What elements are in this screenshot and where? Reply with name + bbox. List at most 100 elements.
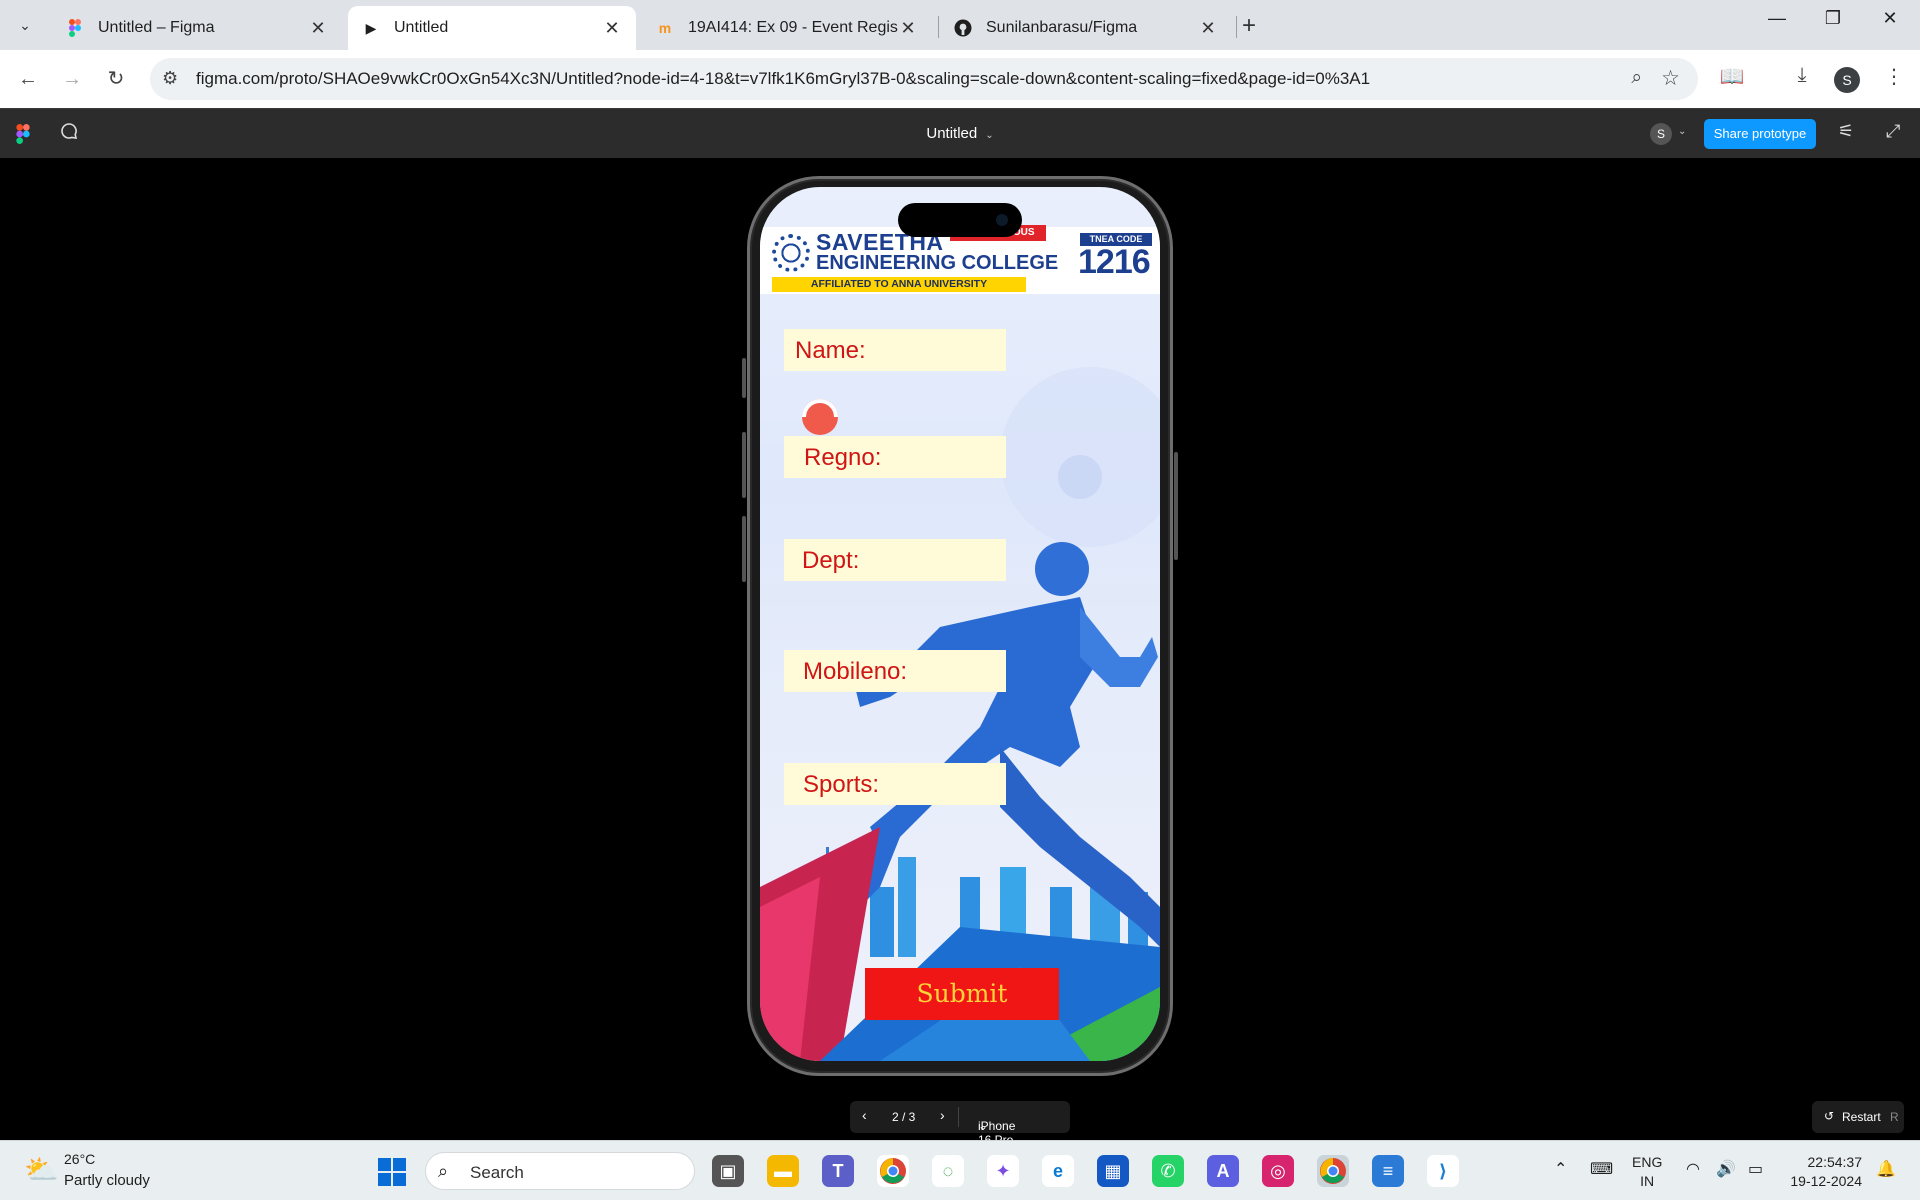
- figma-icon: [66, 19, 84, 37]
- volume-icon[interactable]: 🔊: [1716, 1159, 1736, 1179]
- tab-title: Sunilanbarasu/Figma: [986, 19, 1138, 36]
- phone-side-button: [742, 516, 746, 582]
- restart-label: Restart: [1842, 1110, 1881, 1124]
- share-prototype-button[interactable]: Share prototype: [1704, 119, 1816, 149]
- weather-description[interactable]: Partly cloudy: [64, 1172, 150, 1189]
- tnea-code: 1216: [1078, 243, 1151, 281]
- refresh-app-icon[interactable]: ◌: [932, 1155, 964, 1187]
- system-clock[interactable]: 22:54:37 19-12-2024: [1782, 1153, 1862, 1191]
- lang-line1: ENG: [1632, 1154, 1663, 1170]
- keyboard-icon[interactable]: ⌨: [1590, 1159, 1613, 1179]
- task-view-icon[interactable]: ▣: [712, 1155, 744, 1187]
- taskbar-search[interactable]: ⌕ Search: [425, 1152, 695, 1190]
- close-window-button[interactable]: ✕: [1870, 8, 1910, 29]
- show-hidden-icons[interactable]: ⌃: [1554, 1159, 1567, 1179]
- tab-divider: [1236, 16, 1237, 38]
- close-icon[interactable]: ✕: [308, 18, 328, 39]
- wifi-icon[interactable]: ◠: [1686, 1159, 1700, 1179]
- dept-field[interactable]: Dept:: [784, 539, 1006, 581]
- next-frame-button[interactable]: ›: [940, 1107, 945, 1123]
- restore-button[interactable]: ❐: [1813, 8, 1853, 29]
- notification-bell-icon[interactable]: 🔔: [1876, 1159, 1896, 1179]
- affiliation-strip: AFFILIATED TO ANNA UNIVERSITY: [772, 277, 1026, 292]
- clock-date: 19-12-2024: [1790, 1173, 1862, 1189]
- phone-side-button: [742, 358, 746, 398]
- browser-toolbar: ← → ↻ ⚙ figma.com/proto/SHAOe9vwkCr0OxGn…: [0, 50, 1920, 108]
- tab-title: Untitled – Figma: [98, 19, 215, 36]
- site-info-icon[interactable]: ⚙: [162, 68, 178, 89]
- runner-artwork: [760, 367, 1160, 1061]
- chrome-active-icon[interactable]: [1317, 1155, 1349, 1187]
- user-avatar[interactable]: S: [1650, 123, 1672, 145]
- tab-strip: ⌄ Untitled – Figma ✕ ▶ Untitled ✕ m 19AI…: [0, 0, 1920, 50]
- store-icon[interactable]: ▦: [1097, 1155, 1129, 1187]
- back-button[interactable]: ←: [12, 64, 44, 94]
- reload-button[interactable]: ↻: [100, 64, 132, 94]
- edge-icon[interactable]: e: [1042, 1155, 1074, 1187]
- new-tab-button[interactable]: +: [1242, 12, 1256, 40]
- copilot-icon[interactable]: ✦: [987, 1155, 1019, 1187]
- chrome-icon[interactable]: [877, 1155, 909, 1187]
- language-indicator[interactable]: ENG IN: [1632, 1153, 1662, 1191]
- tab-search-button[interactable]: ⌄: [8, 10, 42, 40]
- sports-field[interactable]: Sports:: [784, 763, 1006, 805]
- weather-temperature[interactable]: 26°C: [64, 1151, 95, 1167]
- restart-button[interactable]: ↺ Restart R: [1812, 1101, 1904, 1133]
- fullscreen-icon[interactable]: ⤢: [1886, 121, 1900, 142]
- file-explorer-icon[interactable]: ▬: [767, 1155, 799, 1187]
- college-name-line2: ENGINEERING COLLEGE: [816, 252, 1059, 274]
- zoom-icon[interactable]: ⌕: [1631, 67, 1642, 89]
- figma-prototype-bar: Untitled ⌄ S ⌄ Share prototype ⚟ ⤢: [0, 108, 1920, 158]
- mobileno-field[interactable]: Mobileno:: [784, 650, 1006, 692]
- instagram-icon[interactable]: ◎: [1262, 1155, 1294, 1187]
- college-banner: AUTONOMOUS SAVEETHA ENGINEERING COLLEGE …: [760, 225, 1160, 294]
- battery-icon[interactable]: ▭: [1748, 1159, 1763, 1179]
- lang-line2: IN: [1640, 1173, 1655, 1189]
- reading-mode-icon[interactable]: 📖: [1716, 64, 1748, 89]
- phone-side-button: [742, 432, 746, 498]
- regno-label: Regno:: [804, 444, 882, 471]
- vscode-icon[interactable]: ⟩: [1427, 1155, 1459, 1187]
- tab-github[interactable]: Sunilanbarasu/Figma ✕: [940, 6, 1232, 50]
- file-title-menu[interactable]: Untitled ⌄: [0, 125, 1920, 142]
- bookmark-star-icon[interactable]: ☆: [1661, 66, 1680, 91]
- search-icon: ⌕: [438, 1161, 449, 1181]
- profile-avatar[interactable]: S: [1834, 67, 1860, 93]
- chevron-down-icon: ⌄: [19, 16, 31, 33]
- tab-divider: [938, 16, 939, 38]
- phone-side-button: [1174, 452, 1178, 560]
- address-bar[interactable]: ⚙ figma.com/proto/SHAOe9vwkCr0OxGn54Xc3N…: [150, 58, 1698, 100]
- tab-prototype[interactable]: ▶ Untitled ✕: [348, 6, 636, 50]
- forward-button[interactable]: →: [56, 64, 88, 94]
- tab-figma-file[interactable]: Untitled – Figma ✕: [52, 6, 342, 50]
- notepad-icon[interactable]: ≡: [1372, 1155, 1404, 1187]
- menu-kebab-icon[interactable]: ⋮: [1878, 64, 1910, 89]
- chevron-down-icon: ⌄: [985, 130, 994, 141]
- phone-screen: AUTONOMOUS SAVEETHA ENGINEERING COLLEGE …: [760, 187, 1160, 1061]
- submit-button[interactable]: Submit: [865, 968, 1059, 1020]
- chevron-down-icon[interactable]: ⌄: [1678, 126, 1686, 137]
- whatsapp-icon[interactable]: ✆: [1152, 1155, 1184, 1187]
- dept-label: Dept:: [802, 547, 860, 574]
- settings-sliders-icon[interactable]: ⚟: [1838, 121, 1854, 142]
- windows-taskbar: ⛅ 26°C Partly cloudy ⌕ Search ▣ ▬ T ◌ ✦ …: [0, 1140, 1920, 1200]
- teams-icon[interactable]: T: [822, 1155, 854, 1187]
- download-icon[interactable]: ⤓: [1786, 64, 1818, 87]
- previous-frame-button[interactable]: ‹: [862, 1107, 867, 1123]
- url-text[interactable]: figma.com/proto/SHAOe9vwkCr0OxGn54Xc3N/U…: [196, 69, 1370, 89]
- college-seal-icon: [772, 234, 810, 272]
- pager-text: 2 / 3: [892, 1110, 916, 1124]
- close-icon[interactable]: ✕: [602, 18, 622, 39]
- close-icon[interactable]: ✕: [1198, 18, 1218, 39]
- partly-cloudy-icon[interactable]: ⛅: [24, 1153, 59, 1186]
- windows-start-icon[interactable]: [378, 1158, 406, 1186]
- name-field[interactable]: Name:: [784, 329, 1006, 371]
- app-icon[interactable]: A: [1207, 1155, 1239, 1187]
- moodle-icon: m: [658, 20, 672, 36]
- minimize-button[interactable]: —: [1757, 8, 1797, 29]
- regno-field[interactable]: Regno:: [784, 436, 1006, 478]
- tab-moodle[interactable]: m 19AI414: Ex 09 - Event Registrat ✕: [642, 6, 932, 50]
- play-icon: ▶: [365, 19, 377, 36]
- close-icon[interactable]: ✕: [898, 18, 918, 39]
- restart-icon: ↺: [1824, 1109, 1835, 1123]
